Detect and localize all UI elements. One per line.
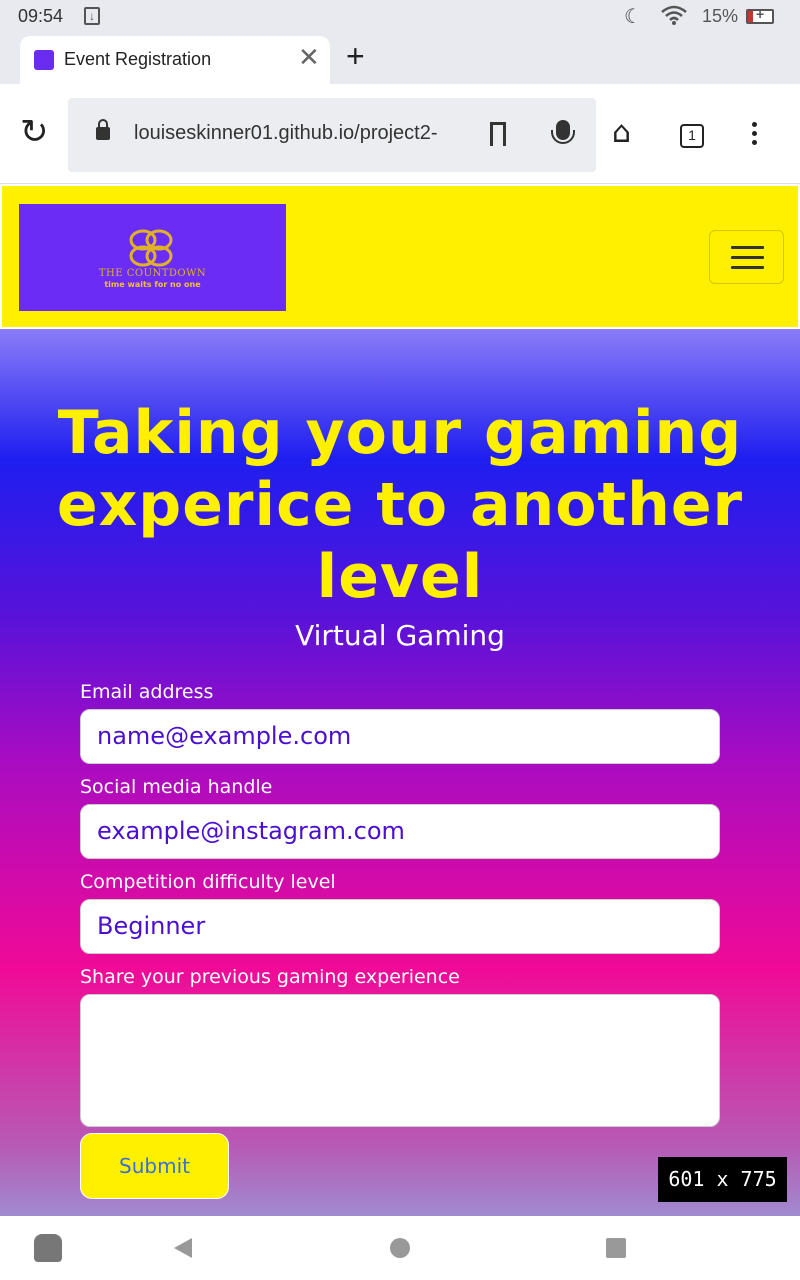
hero-section: Taking your gaming experice to another l… bbox=[0, 329, 800, 1216]
hero-subtitle: Virtual Gaming bbox=[295, 619, 505, 652]
lock-icon bbox=[96, 119, 110, 140]
site-logo[interactable]: THE COUNTDOWN time waits for no one bbox=[19, 204, 286, 311]
new-tab-icon[interactable]: + bbox=[346, 38, 365, 74]
difficulty-select[interactable]: Beginner bbox=[80, 899, 720, 954]
submit-button[interactable]: Submit bbox=[80, 1133, 229, 1199]
android-nav-bar bbox=[0, 1216, 800, 1280]
tab-title: Event Registration bbox=[64, 49, 212, 69]
logo-title: THE COUNTDOWN bbox=[98, 268, 207, 279]
tab-switcher-button[interactable]: 1 bbox=[680, 124, 704, 148]
tab-strip: Event Registration ✕ + bbox=[0, 32, 800, 84]
email-field[interactable]: name@example.com bbox=[80, 709, 720, 764]
download-icon: ↓ bbox=[84, 7, 100, 25]
difficulty-label: Competition difficulty level bbox=[80, 871, 336, 893]
back-icon[interactable] bbox=[174, 1238, 192, 1258]
url-text[interactable]: louiseskinner01.github.io/project2- bbox=[134, 122, 466, 145]
do-not-disturb-icon: ☾ bbox=[624, 6, 642, 28]
address-bar[interactable]: louiseskinner01.github.io/project2- bbox=[68, 98, 596, 172]
experience-label: Share your previous gaming experience bbox=[80, 966, 460, 988]
close-tab-icon[interactable]: ✕ bbox=[298, 45, 320, 71]
dimensions-overlay: 601 x 775 bbox=[658, 1157, 787, 1202]
status-time: 09:54 bbox=[18, 6, 64, 26]
hamburger-line bbox=[731, 246, 764, 249]
bookmark-icon[interactable] bbox=[490, 122, 506, 148]
recents-icon[interactable] bbox=[606, 1238, 626, 1258]
knot-logo-icon bbox=[129, 229, 173, 267]
browser-tab[interactable]: Event Registration ✕ bbox=[20, 36, 330, 84]
more-menu-icon[interactable] bbox=[752, 122, 758, 150]
home-icon[interactable]: ⌂ bbox=[612, 118, 631, 148]
microphone-icon[interactable] bbox=[551, 120, 575, 144]
browser-toolbar: ↻ louiseskinner01.github.io/project2- ⌂ … bbox=[0, 84, 800, 184]
hamburger-line bbox=[731, 256, 764, 259]
wifi-icon bbox=[661, 5, 687, 25]
social-handle-label: Social media handle bbox=[80, 776, 273, 798]
home-circle-icon[interactable] bbox=[390, 1238, 410, 1258]
email-label: Email address bbox=[80, 681, 214, 703]
assistant-icon[interactable] bbox=[34, 1234, 62, 1262]
social-handle-field[interactable]: example@instagram.com bbox=[80, 804, 720, 859]
battery-percent: 15% bbox=[702, 6, 739, 26]
hero-title: Taking your gaming experice to another l… bbox=[56, 398, 744, 612]
hamburger-menu-button[interactable] bbox=[709, 230, 784, 284]
experience-textarea[interactable] bbox=[80, 994, 720, 1127]
status-bar: 09:54 ↓ ☾ 15% bbox=[0, 0, 800, 32]
reload-icon[interactable]: ↻ bbox=[20, 114, 56, 150]
favicon-icon bbox=[34, 50, 54, 70]
battery-icon bbox=[746, 6, 774, 24]
site-navbar: THE COUNTDOWN time waits for no one bbox=[0, 184, 800, 329]
hamburger-line bbox=[731, 266, 764, 269]
logo-tagline: time waits for no one bbox=[104, 280, 201, 289]
